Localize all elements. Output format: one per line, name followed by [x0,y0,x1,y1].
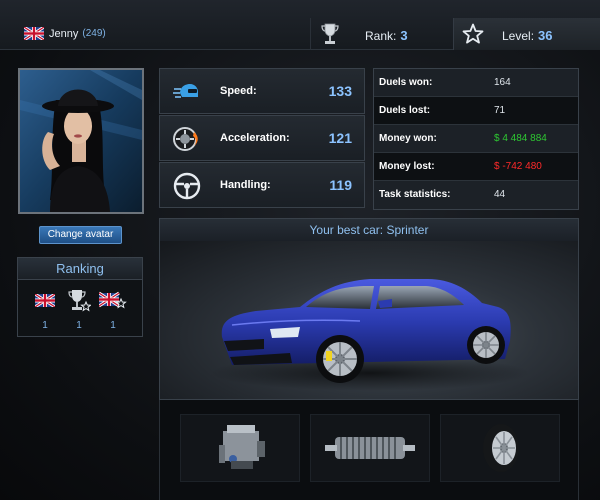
part-slot-engine[interactable] [180,414,300,482]
level-label: Level: [502,29,535,43]
trophy-icon [321,23,339,44]
stat-value: 121 [328,130,352,146]
rank-label: Rank: [365,29,397,43]
stat-value: 119 [329,177,352,193]
row-value: 164 [494,77,511,88]
user-info[interactable]: Jenny (249) [24,27,106,40]
level-value: 36 [538,28,553,43]
stat-acceleration: Acceleration: 121 [159,115,365,161]
table-row: Task statistics: 44 [374,181,578,209]
speed-icon [173,84,198,98]
part-slot-gearbox[interactable] [310,414,430,482]
avatar-portrait [20,70,142,212]
acceleration-icon [173,127,198,151]
engine-icon [219,425,265,469]
uk-flag-star-icon [98,291,127,309]
table-row: Duels won: 164 [374,69,578,97]
best-car-panel: Your best car: Sprinter [159,218,579,400]
table-row: Duels lost: 71 [374,97,578,125]
gearbox-icon [325,437,415,459]
best-car-title: Your best car: Sprinter [160,219,578,241]
car-showcase[interactable] [160,241,578,399]
part-slot-tire[interactable] [440,414,560,482]
trophy-star-icon [68,290,92,312]
row-value: $ -742 480 [494,161,542,172]
stat-label: Speed: [220,85,257,97]
ranking-item-country-star[interactable]: 1 [98,291,128,331]
rank-value: 3 [400,28,408,43]
rank-display[interactable]: Rank: 3 [310,18,452,50]
car-stats-panel: Speed: 133 Acceleration: 121 Handling: 1… [159,68,365,210]
car-image [210,279,530,391]
stat-label: Handling: [220,179,271,191]
ranking-value: 1 [110,320,116,331]
row-value: 71 [494,105,506,116]
stat-speed: Speed: 133 [159,68,365,114]
parts-panel [159,400,579,500]
stat-value: 133 [328,83,352,99]
star-icon [462,23,484,44]
stat-handling: Handling: 119 [159,162,365,208]
uk-flag-icon [34,292,56,309]
row-label: Duels won: [379,77,433,88]
tire-icon [483,424,519,472]
change-avatar-button[interactable]: Change avatar [39,226,122,244]
level-display[interactable]: Level: 36 [453,18,600,50]
table-row: Money lost: $ -742 480 [374,153,578,181]
row-label: Money lost: [379,161,435,172]
username: Jenny [49,27,79,40]
row-label: Duels lost: [379,105,431,116]
ranking-title: Ranking [18,258,142,280]
user-count: (249) [82,28,106,39]
uk-flag-icon [24,27,44,40]
top-bar: Jenny (249) Rank: 3 Level: 36 [0,0,600,50]
row-label: Money won: [379,133,437,144]
ranking-panel: Ranking 1 1 1 [17,257,143,337]
table-row: Money won: $ 4 484 884 [374,125,578,153]
ranking-value: 1 [76,320,82,331]
ranking-item-trophy[interactable]: 1 [64,288,94,331]
steering-wheel-icon [173,172,201,200]
row-label: Task statistics: [379,189,451,200]
row-value: 44 [494,189,506,200]
duel-stats-table: Duels won: 164 Duels lost: 71 Money won:… [373,68,579,210]
ranking-value: 1 [42,320,48,331]
row-value: $ 4 484 884 [494,133,547,144]
avatar [18,68,144,214]
ranking-item-country[interactable]: 1 [30,292,60,331]
stat-label: Acceleration: [220,132,290,144]
